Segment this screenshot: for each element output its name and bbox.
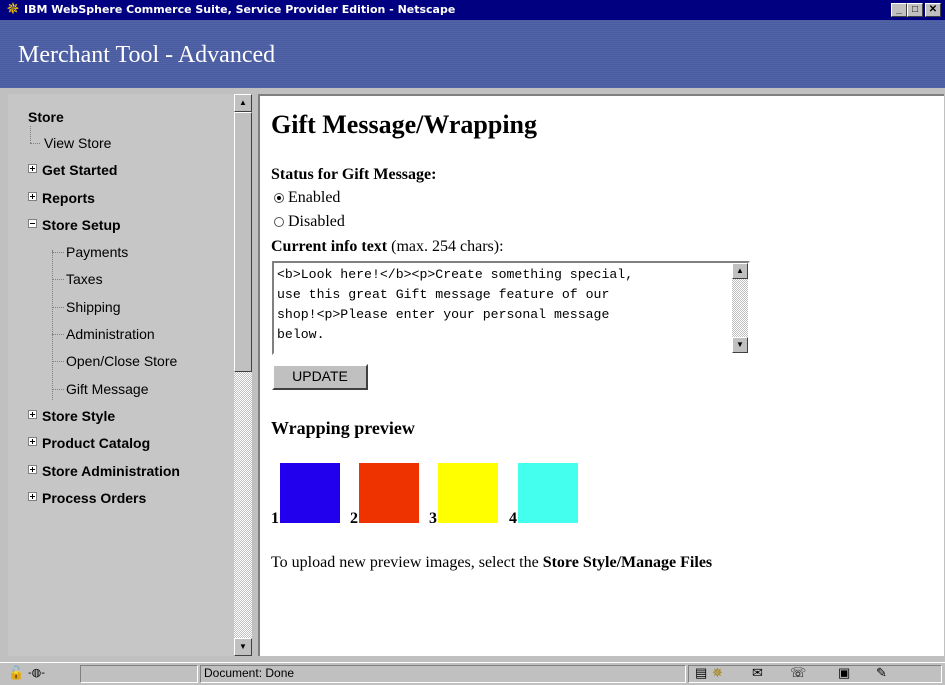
wrapping-preview-title: Wrapping preview (271, 418, 415, 438)
expand-plus-icon[interactable] (28, 437, 37, 447)
info-textarea-content[interactable]: <b>Look here!</b><p>Create something spe… (277, 265, 727, 345)
expand-plus-icon[interactable] (28, 191, 37, 201)
info-label-rest: (max. 254 chars): (387, 238, 504, 255)
tree-connector (30, 143, 40, 144)
tree-item-label: Open/Close Store (66, 353, 178, 370)
component-bar (688, 665, 942, 683)
close-button[interactable]: ✕ (925, 3, 941, 17)
edit-icon[interactable]: ✎ (876, 665, 887, 681)
swatch-number: 3 (429, 510, 437, 527)
header-title: Merchant Tool - Advanced (18, 42, 276, 68)
sidebar-scrollbar[interactable]: ▲ ▼ (234, 94, 252, 656)
connection-icon: -◍- (28, 667, 45, 679)
upload-instructions: To upload new preview images, select the… (271, 554, 712, 572)
tree-item-label: Process Orders (42, 489, 147, 506)
tree-item-label: Store Administration (42, 462, 180, 479)
page-title: Gift Message/Wrapping (271, 110, 538, 139)
sidebar-navigation: Store View Store Get Started Reports Store … (8, 94, 234, 656)
radio-enabled-label: Enabled (288, 189, 341, 206)
expand-plus-icon[interactable] (28, 164, 37, 174)
security-lock-icon[interactable]: 🔓 (8, 665, 24, 681)
wrapping-swatch-1[interactable] (280, 463, 340, 523)
wrapping-swatch-2[interactable] (359, 463, 419, 523)
scroll-down-button[interactable]: ▼ (234, 638, 252, 656)
tree-item-label: Payments (66, 244, 129, 261)
manage-files-link: Store Style/Manage Files (542, 554, 713, 571)
textarea-scrollbar[interactable]: ▲ ▼ (732, 263, 748, 353)
radio-disabled-button[interactable] (274, 217, 284, 227)
mail-icon[interactable]: ✉ (752, 665, 763, 681)
netscape-icon[interactable]: ✵ (712, 665, 723, 681)
scroll-up-button[interactable]: ▲ (234, 94, 252, 112)
status-text: Document: Done (204, 666, 295, 680)
tree-item-label: Reports (42, 189, 95, 206)
tree-item-label: View Store (44, 135, 112, 151)
expand-plus-icon[interactable] (28, 491, 37, 501)
wrapping-swatches: 1 2 3 4 (271, 463, 691, 527)
tree-connector (52, 334, 64, 336)
maximize-button[interactable]: □ (907, 3, 923, 17)
progress-bar (80, 665, 198, 683)
upload-text: To upload new preview images, select the (271, 554, 543, 571)
tree-item-label: Store Style (42, 407, 116, 424)
tree-item-label: Get Started (42, 162, 118, 179)
navigator-icon[interactable]: ▤ (695, 665, 707, 681)
swatch-number: 1 (271, 510, 279, 527)
tree-connector (52, 388, 64, 390)
tree-connector (52, 252, 64, 254)
tree-connector (52, 361, 64, 363)
tree-item-label: Taxes (66, 271, 103, 288)
composer-icon[interactable]: ▣ (838, 665, 850, 681)
tree-vertical-connector (30, 126, 31, 143)
window-title-bar: ✵ IBM WebSphere Commerce Suite, Service … (0, 0, 945, 20)
discussion-icon[interactable]: ☏ (790, 665, 806, 681)
window-title: IBM WebSphere Commerce Suite, Service Pr… (24, 3, 456, 16)
info-text-label: Current info text (max. 254 chars): (271, 238, 504, 256)
radio-enabled[interactable]: Enabled (274, 189, 340, 207)
minimize-button[interactable]: _ (891, 3, 907, 17)
textarea-scroll-down-button[interactable]: ▼ (732, 337, 748, 353)
swatch-number: 4 (509, 510, 517, 527)
wrapping-swatch-3[interactable] (438, 463, 498, 523)
content-frame: Gift Message/Wrapping Status for Gift Me… (258, 94, 944, 656)
tree-item-label: Gift Message (66, 380, 149, 397)
radio-enabled-button[interactable] (274, 193, 284, 203)
expand-plus-icon[interactable] (28, 409, 37, 419)
tree-item-label: Product Catalog (42, 435, 151, 452)
swatch-number: 2 (350, 510, 358, 527)
tree-connector (52, 279, 64, 281)
collapse-minus-icon[interactable] (28, 218, 37, 228)
tree-item-label: Store Setup (42, 216, 121, 233)
status-bar: 🔓 -◍- Document: Done ▤ ✵ ✉ ☏ ▣ ✎ (0, 662, 945, 685)
radio-disabled[interactable]: Disabled (274, 213, 345, 231)
status-label: Status for Gift Message: (271, 166, 437, 183)
tree-vertical-connector (52, 250, 53, 400)
info-textarea[interactable]: <b>Look here!</b><p>Create something spe… (272, 261, 750, 355)
header-banner: Merchant Tool - Advanced (0, 20, 945, 88)
update-button[interactable]: UPDATE (272, 364, 368, 390)
info-label-bold: Current info text (271, 238, 388, 255)
tree-connector (52, 306, 64, 308)
tree-item-label: Shipping (66, 298, 121, 315)
netscape-star-icon: ✵ (6, 1, 20, 18)
wrapping-swatch-4[interactable] (518, 463, 578, 523)
scroll-thumb[interactable] (234, 112, 252, 372)
tree-item-label: Administration (66, 326, 155, 343)
radio-disabled-label: Disabled (288, 213, 345, 230)
expand-plus-icon[interactable] (28, 464, 37, 474)
textarea-scroll-up-button[interactable]: ▲ (732, 263, 748, 279)
tree-root-label: Store (28, 109, 64, 125)
